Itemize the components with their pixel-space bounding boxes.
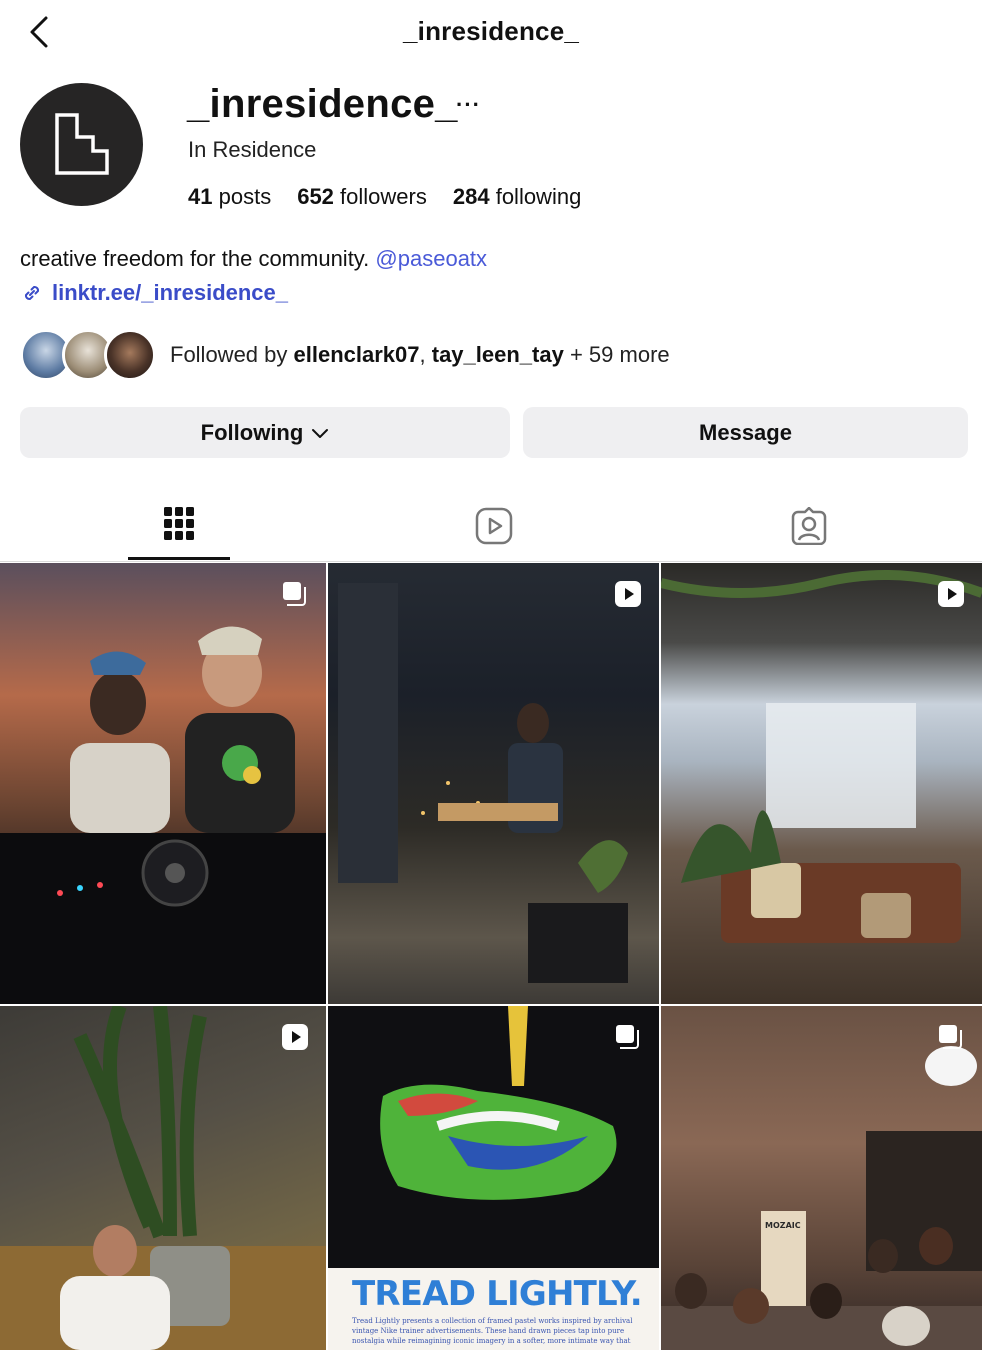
- post-image: [0, 1006, 326, 1350]
- banner-text: MOZAIC: [765, 1221, 801, 1230]
- followed-by-row[interactable]: Followed by ellenclark07, tay_leen_tay +…: [20, 329, 670, 381]
- artwork-caption-panel: TREAD LIGHTLY. Tread Lightly presents a …: [328, 1268, 659, 1350]
- profile-tabs: [0, 490, 982, 562]
- post-image: [0, 626, 326, 1004]
- post-grid: TREAD LIGHTLY. Tread Lightly presents a …: [0, 563, 982, 1350]
- post-image: MOZAIC: [661, 1046, 982, 1350]
- bio-mention-link[interactable]: @paseoatx: [375, 246, 487, 271]
- reels-icon: [475, 507, 513, 545]
- profile-avatar[interactable]: [20, 83, 143, 206]
- post-tile[interactable]: TREAD LIGHTLY. Tread Lightly presents a …: [328, 1006, 659, 1350]
- tab-posts[interactable]: [128, 490, 230, 560]
- profile-username: _inresidence_: [187, 82, 458, 126]
- post-tile[interactable]: [0, 563, 326, 1004]
- logo-icon: [55, 113, 109, 175]
- carousel-icon: [283, 582, 306, 606]
- carousel-icon: [616, 1025, 639, 1049]
- post-image: [380, 1006, 617, 1200]
- tagged-icon: [791, 507, 827, 545]
- link-icon: [24, 285, 40, 301]
- followed-by-text: Followed by ellenclark07, tay_leen_tay +…: [170, 342, 670, 367]
- following-count[interactable]: 284 following: [453, 184, 581, 210]
- profile-display-name: In Residence: [188, 137, 317, 162]
- mutual-user-link[interactable]: tay_leen_tay: [432, 342, 564, 367]
- reel-icon: [615, 581, 641, 607]
- post-tile[interactable]: [0, 1006, 326, 1350]
- profile-stats: 41 posts 652 followers 284 following: [188, 184, 581, 210]
- post-tile[interactable]: [328, 563, 659, 1004]
- chevron-down-icon: [312, 428, 329, 438]
- avatar: [104, 329, 156, 381]
- tab-reels[interactable]: [444, 490, 544, 562]
- post-image: [338, 583, 628, 983]
- bio-text: creative freedom for the community.: [20, 246, 370, 271]
- message-button[interactable]: Message: [523, 407, 968, 458]
- mutual-avatars: [20, 329, 160, 381]
- page-title: _inresidence_: [402, 16, 580, 46]
- more-options-button[interactable]: ···: [456, 92, 481, 118]
- profile-bio: creative freedom for the community. @pas…: [20, 246, 487, 272]
- reel-icon: [282, 1024, 308, 1050]
- post-tile[interactable]: MOZAIC: [661, 1006, 982, 1350]
- post-tile[interactable]: [661, 563, 982, 1004]
- mutual-user-link[interactable]: ellenclark07: [294, 342, 420, 367]
- artwork-title: TREAD LIGHTLY.: [352, 1274, 643, 1314]
- artwork-caption: Tread Lightly presents a collection of f…: [352, 1317, 633, 1345]
- followers-count[interactable]: 652 followers: [297, 184, 427, 210]
- tab-tagged[interactable]: [758, 490, 860, 562]
- post-image: [661, 570, 982, 943]
- top-bar: _inresidence_: [0, 0, 982, 64]
- link-text: linktr.ee/_inresidence_: [52, 280, 289, 305]
- grid-icon: [164, 506, 194, 540]
- posts-count[interactable]: 41 posts: [188, 184, 271, 210]
- external-link[interactable]: linktr.ee/_inresidence_: [20, 280, 288, 306]
- following-button[interactable]: Following: [20, 407, 510, 458]
- reel-icon: [938, 581, 964, 607]
- carousel-icon: [939, 1025, 962, 1049]
